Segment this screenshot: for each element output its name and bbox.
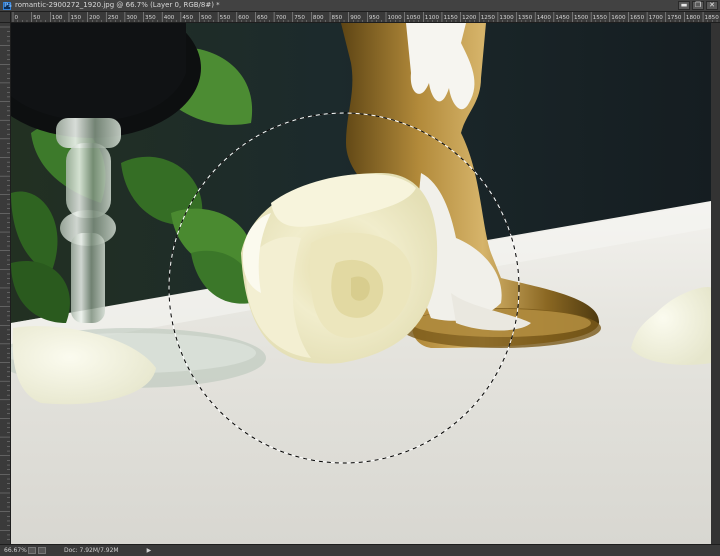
ruler-tick-label: 1650 <box>630 15 645 21</box>
ruler-tick-label: 1350 <box>518 15 533 21</box>
ruler-tick-label: 1300 <box>499 15 514 21</box>
vertical-scrollbar[interactable] <box>711 23 720 544</box>
ruler-tick-label: 1600 <box>611 15 626 21</box>
ruler-tick-label: 1400 <box>537 15 552 21</box>
ruler-tick-label: 900 <box>350 15 361 21</box>
minimize-button[interactable]: ▬ <box>678 1 690 10</box>
ruler-tick-label: 1100 <box>425 15 440 21</box>
ruler-tick-label: 100 <box>52 15 63 21</box>
ruler-tick-label: 850 <box>332 15 343 21</box>
ruler-tick-label: 1850 <box>705 15 720 21</box>
document-titlebar: Ps romantic-2900272_1920.jpg @ 66.7% (La… <box>0 0 720 12</box>
ruler-tick-label: 650 <box>257 15 268 21</box>
ruler-tick-label: 600 <box>238 15 249 21</box>
ruler-tick-label: 1450 <box>555 15 570 21</box>
ruler-tick-label: 1250 <box>481 15 496 21</box>
ruler-tick-label: 300 <box>126 15 137 21</box>
ruler-tick-label: 50 <box>33 15 41 21</box>
ruler-tick-label: 550 <box>220 15 231 21</box>
status-icons <box>28 547 46 554</box>
quick-mask-icon[interactable] <box>38 547 46 554</box>
zoom-level[interactable]: 66.67% <box>4 545 28 556</box>
restore-button[interactable]: ❐ <box>692 1 704 10</box>
document-tab-title[interactable]: romantic-2900272_1920.jpg @ 66.7% (Layer… <box>15 0 220 11</box>
ruler-tick-label: 0 <box>15 15 19 21</box>
ruler-tick-label: 700 <box>276 15 287 21</box>
horizontal-ruler[interactable]: 0 50 100 150 200 250 300 350 400 450 500 550 600 650 7… <box>11 12 720 23</box>
ruler-tick-label: 250 <box>108 15 119 21</box>
ruler-tick-label: 150 <box>70 15 81 21</box>
status-bar: 66.67% Doc: 7.92M/7.92M ▶ <box>0 544 720 556</box>
ruler-origin[interactable] <box>0 12 11 23</box>
ruler-tick-label: 350 <box>145 15 156 21</box>
ruler-tick-label: 400 <box>164 15 175 21</box>
ruler-tick-label: 750 <box>294 15 305 21</box>
ruler-tick-label: 1700 <box>649 15 664 21</box>
photo-layer <box>11 23 711 544</box>
ruler-tick-label: 1150 <box>443 15 458 21</box>
photoshop-icon: Ps <box>3 1 12 10</box>
ruler-tick-label: 1050 <box>406 15 421 21</box>
close-button[interactable]: ✕ <box>706 1 718 10</box>
ruler-tick-label: 1550 <box>593 15 608 21</box>
window-controls: ▬ ❐ ✕ <box>678 1 718 10</box>
doc-size: Doc: 7.92M/7.92M <box>64 547 119 554</box>
ruler-tick-label: 500 <box>201 15 212 21</box>
ruler-tick-label: 1500 <box>574 15 589 21</box>
screen-mode-icon[interactable] <box>28 547 36 554</box>
ruler-tick-label: 950 <box>369 15 380 21</box>
ruler-tick-label: 1750 <box>667 15 682 21</box>
status-menu-arrow-icon[interactable]: ▶ <box>147 545 152 556</box>
ruler-tick-label: 1800 <box>686 15 701 21</box>
vertical-ruler[interactable] <box>0 23 11 544</box>
document-canvas[interactable] <box>11 23 711 544</box>
ruler-tick-label: 200 <box>89 15 100 21</box>
ruler-tick-label: 800 <box>313 15 324 21</box>
ruler-tick-label: 1000 <box>388 15 403 21</box>
ruler-tick-label: 450 <box>182 15 193 21</box>
ruler-tick-label: 1200 <box>462 15 477 21</box>
